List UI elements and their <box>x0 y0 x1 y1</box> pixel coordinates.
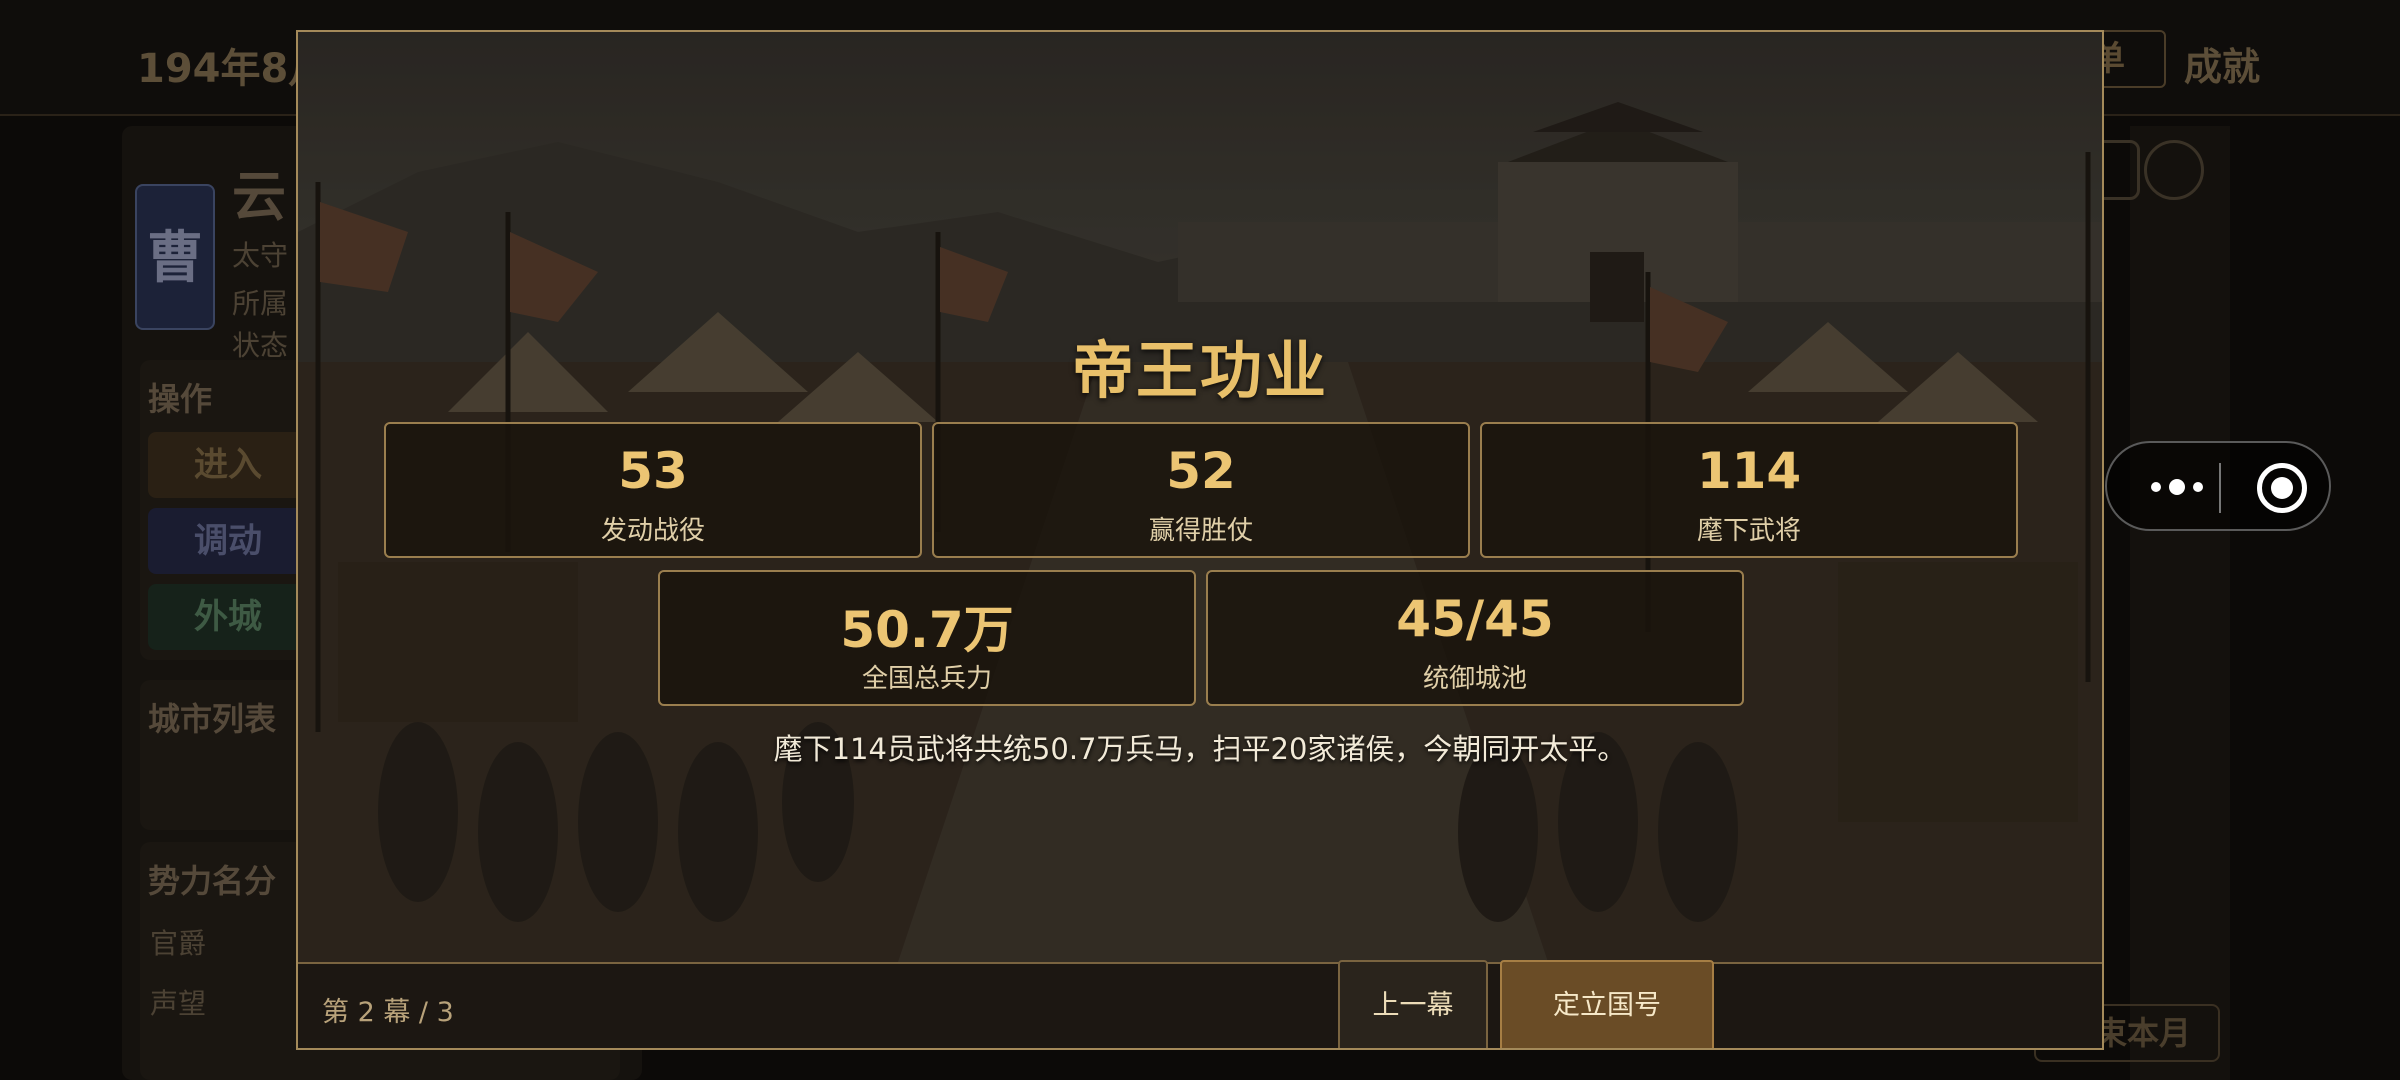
enter-button[interactable]: 进入 <box>148 432 308 498</box>
previous-act-button[interactable]: 上一幕 <box>1338 960 1488 1048</box>
stat-card-generals: 114 麾下武将 <box>1480 422 2018 558</box>
city-name: 云 <box>232 165 286 228</box>
stat-label: 麾下武将 <box>1696 516 1801 546</box>
app-stage: 194年8月 单 成就 曹 云 太守 所属 状态 操作 进入 调动 外城 城市列… <box>0 0 2400 1080</box>
outer-city-button[interactable]: 外城 <box>148 584 308 650</box>
settings-icon[interactable] <box>2144 140 2204 200</box>
rank-label: 官爵 <box>150 927 207 960</box>
operations-title: 操作 <box>148 380 213 418</box>
summary-text: 麾下114员武将共统50.7万兵马，扫平20家诸侯，今朝同开太平。 <box>773 732 1627 766</box>
mini-program-capsule <box>2105 441 2331 531</box>
faction-name-title: 势力名分 <box>148 862 277 900</box>
faction-badge: 曹 <box>135 184 215 330</box>
stat-value: 52 <box>1166 442 1236 500</box>
prestige-label: 声望 <box>150 987 207 1020</box>
stat-value: 114 <box>1696 442 1802 500</box>
modal-title: 帝王功业 <box>1071 334 1328 407</box>
stat-value: 53 <box>618 442 688 500</box>
stat-card-cities: 45/45 统御城池 <box>1206 570 1744 706</box>
modal-footer: 第 2 幕 / 3 上一幕 定立国号 <box>298 960 2102 1048</box>
stat-value: 50.7万 <box>840 601 1014 659</box>
move-button[interactable]: 调动 <box>148 508 308 574</box>
achievement-modal: 帝王功业 53 发动战役 52 赢得胜仗 114 麾下武将 50.7万 全国总兵… <box>296 30 2104 1050</box>
more-dots-icon[interactable] <box>2137 465 2217 509</box>
right-panel <box>2130 126 2230 1080</box>
achievements-link[interactable]: 成就 <box>2184 36 2260 91</box>
stat-value: 45/45 <box>1396 590 1554 648</box>
stat-label: 发动战役 <box>600 516 705 546</box>
capsule-divider <box>2219 463 2221 513</box>
page-indicator: 第 2 幕 / 3 <box>322 997 454 1028</box>
stat-label: 统御城池 <box>1422 664 1527 694</box>
target-icon[interactable] <box>2257 463 2307 513</box>
city-list-title: 城市列表 <box>148 700 277 738</box>
establish-dynasty-button[interactable]: 定立国号 <box>1500 960 1714 1048</box>
stat-card-victories: 52 赢得胜仗 <box>932 422 1470 558</box>
stat-card-troops: 50.7万 全国总兵力 <box>658 570 1196 706</box>
info-line-status: 状态 <box>232 329 289 362</box>
info-line-governor: 太守 <box>232 239 289 272</box>
info-line-owner: 所属 <box>232 287 289 320</box>
stat-label: 全国总兵力 <box>861 664 992 694</box>
stat-card-battles: 53 发动战役 <box>384 422 922 558</box>
stat-label: 赢得胜仗 <box>1148 516 1253 546</box>
